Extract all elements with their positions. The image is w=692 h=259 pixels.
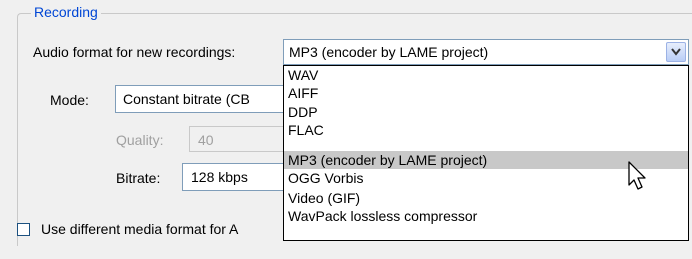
quality-value: 40 xyxy=(198,132,214,148)
format-option-flac[interactable]: FLAC xyxy=(284,121,688,139)
mode-select[interactable]: Constant bitrate (CB xyxy=(115,85,305,113)
format-option-wav[interactable]: WAV xyxy=(284,66,688,84)
format-option-aiff[interactable]: AIFF xyxy=(284,84,688,102)
audio-format-dropdown-button[interactable] xyxy=(666,42,686,62)
audio-format-value: MP3 (encoder by LAME project) xyxy=(289,44,489,60)
mode-label: Mode: xyxy=(50,92,89,108)
quality-label: Quality: xyxy=(116,132,164,148)
use-different-format-checkbox[interactable] xyxy=(17,223,30,236)
recording-group-title: Recording xyxy=(31,4,101,20)
chevron-down-icon xyxy=(671,48,681,56)
format-option-ddp[interactable]: DDP xyxy=(284,103,688,121)
mouse-pointer-icon xyxy=(628,161,646,190)
format-option-wavpack[interactable]: WavPack lossless compressor xyxy=(284,207,688,225)
audio-format-label: Audio format for new recordings: xyxy=(33,44,236,60)
bitrate-label: Bitrate: xyxy=(116,170,161,186)
audio-format-dropdown-list: WAV AIFF DDP FLAC MP3 (encoder by LAME p… xyxy=(283,65,689,241)
format-option-video-gif[interactable]: Video (GIF) xyxy=(284,189,688,207)
bitrate-value: 128 kbps xyxy=(191,169,248,185)
audio-format-select[interactable]: MP3 (encoder by LAME project) xyxy=(283,39,689,65)
mode-value: Constant bitrate (CB xyxy=(123,91,250,107)
use-different-format-label: Use different media format for A xyxy=(41,221,239,237)
